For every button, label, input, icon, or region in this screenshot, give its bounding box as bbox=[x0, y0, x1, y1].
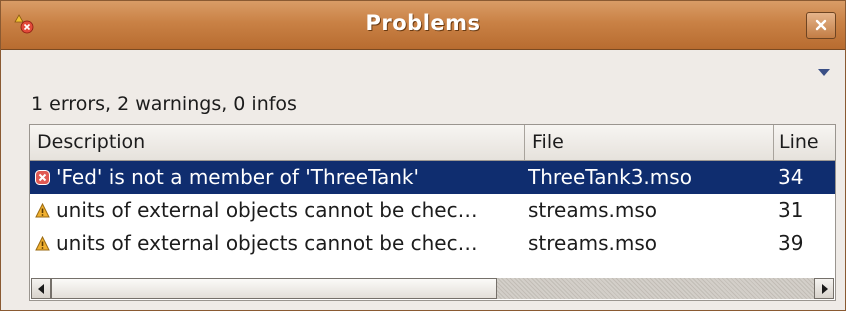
scroll-left-button[interactable] bbox=[31, 278, 51, 299]
title-bar[interactable]: Problems bbox=[1, 1, 845, 50]
scroll-right-button[interactable] bbox=[814, 278, 834, 299]
row-file: streams.mso bbox=[528, 231, 658, 255]
row-file: streams.mso bbox=[528, 198, 658, 222]
problems-summary: 1 errors, 2 warnings, 0 infos bbox=[31, 93, 297, 115]
arrow-left-icon bbox=[38, 284, 44, 294]
column-header-line[interactable]: Line bbox=[774, 125, 835, 160]
row-description: units of external objects cannot be chec… bbox=[56, 231, 478, 255]
row-description: 'Fed' is not a member of 'ThreeTank' bbox=[56, 165, 420, 189]
arrow-right-icon bbox=[822, 284, 828, 294]
window-title: Problems bbox=[365, 11, 481, 35]
error-icon bbox=[35, 170, 50, 185]
row-line: 34 bbox=[778, 165, 804, 189]
close-icon bbox=[815, 19, 827, 31]
problems-window: Problems 1 errors, 2 warnings, 0 infos D… bbox=[0, 0, 846, 311]
warning-icon bbox=[35, 236, 50, 251]
close-button[interactable] bbox=[806, 12, 836, 39]
row-file: ThreeTank3.mso bbox=[528, 165, 692, 189]
warning-icon bbox=[35, 203, 50, 218]
view-menu-chevron-down-icon[interactable] bbox=[817, 63, 831, 76]
horizontal-scrollbar[interactable] bbox=[31, 278, 834, 299]
table-header: Description File Line bbox=[30, 125, 835, 161]
table-row[interactable]: units of external objects cannot be chec… bbox=[30, 194, 835, 227]
table-row[interactable]: 'Fed' is not a member of 'ThreeTank' Thr… bbox=[30, 161, 835, 194]
column-header-file[interactable]: File bbox=[525, 125, 774, 160]
row-description: units of external objects cannot be chec… bbox=[56, 198, 478, 222]
column-header-description[interactable]: Description bbox=[30, 125, 525, 160]
table-row[interactable]: units of external objects cannot be chec… bbox=[30, 227, 835, 260]
row-line: 31 bbox=[778, 198, 804, 222]
problems-table: Description File Line 'Fed' is not a mem… bbox=[29, 124, 836, 301]
scrollbar-thumb[interactable] bbox=[51, 278, 497, 299]
row-line: 39 bbox=[778, 231, 804, 255]
